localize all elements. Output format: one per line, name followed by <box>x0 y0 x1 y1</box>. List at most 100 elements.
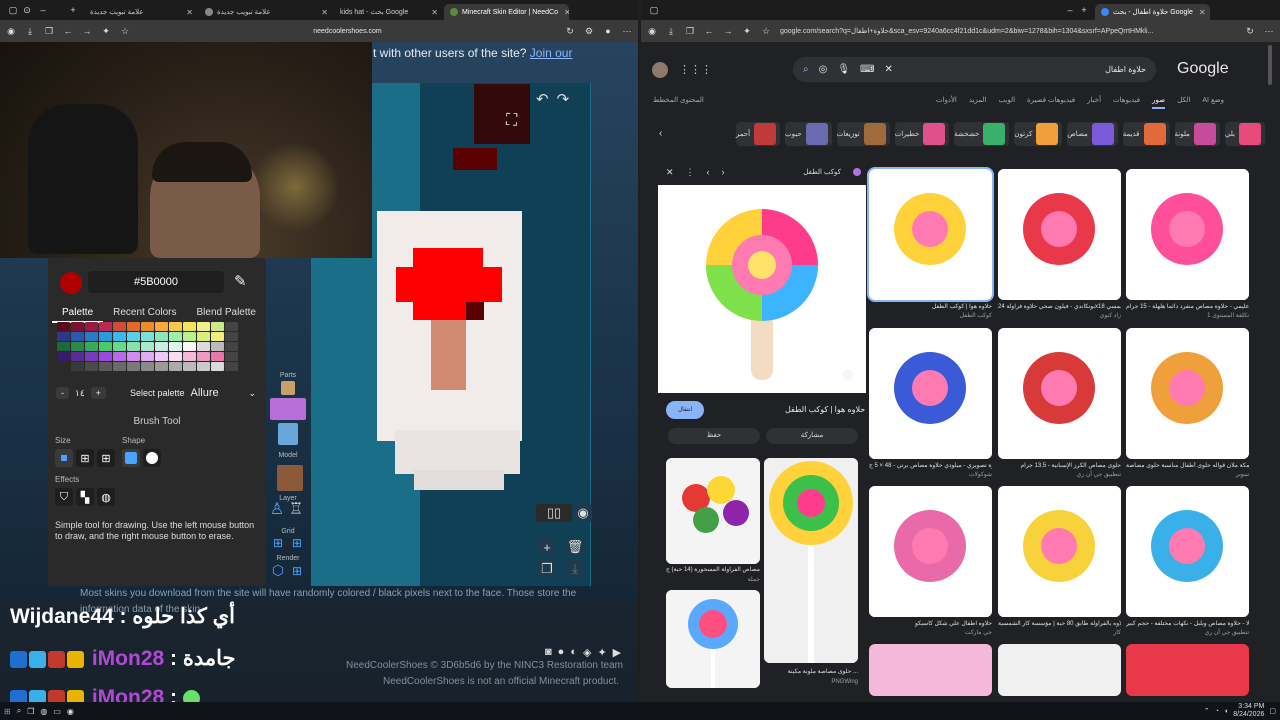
chevron-up-icon[interactable]: ⌃ <box>1204 707 1210 715</box>
palette-color[interactable] <box>169 322 182 331</box>
close-icon[interactable]: ✕ <box>558 8 569 17</box>
download-icon[interactable]: ⤓ <box>566 560 584 578</box>
image-result[interactable] <box>869 486 992 617</box>
clock[interactable]: 3:34 PM 8/24/2026 <box>1233 703 1264 719</box>
new-tab-icon[interactable]: + <box>1079 5 1089 15</box>
image-result[interactable] <box>998 486 1121 617</box>
filter-chip[interactable]: توزيعات <box>836 122 890 146</box>
palette-color[interactable] <box>127 342 140 351</box>
lens-icon[interactable]: ◎ <box>843 367 853 381</box>
prev-icon[interactable]: ‹ <box>707 167 710 177</box>
palette-color[interactable] <box>155 362 168 371</box>
palette-color[interactable] <box>169 362 182 371</box>
filter-chip[interactable]: قديمة <box>1122 122 1170 146</box>
reload-icon[interactable]: ↻ <box>1245 26 1255 36</box>
palette-color[interactable] <box>99 352 112 361</box>
notification-icon[interactable]: ▢ <box>1269 707 1276 715</box>
palette-color[interactable] <box>197 332 210 341</box>
filter-chip[interactable]: كرتون <box>1014 122 1063 146</box>
search-tab[interactable]: الكل <box>1177 96 1190 109</box>
redo-icon[interactable]: ↷ <box>557 90 570 108</box>
folder-icon[interactable]: ▭ <box>53 707 61 716</box>
related-image[interactable] <box>666 458 760 564</box>
filter-chip[interactable]: ملونة <box>1174 122 1220 146</box>
search-tab[interactable]: الأدوات <box>936 96 957 109</box>
safe-search-button[interactable]: المحتوى المخطط <box>653 96 704 104</box>
layer-toggle-icon[interactable]: ▯▯ <box>536 504 572 522</box>
close-icon[interactable]: ✕ <box>180 8 193 17</box>
back-icon[interactable]: ← <box>704 26 714 36</box>
palette-color[interactable] <box>155 322 168 331</box>
result-caption[interactable]: شيكولا - حلاوة مصاص وبلبل - نكهات مختلفة… <box>1126 620 1249 627</box>
close-icon[interactable]: ✕ <box>315 8 328 17</box>
image-result[interactable] <box>1126 328 1249 459</box>
palette-color[interactable] <box>225 332 238 341</box>
window-menu-icon[interactable]: ⊙ <box>22 5 32 15</box>
preview-image[interactable] <box>658 185 866 393</box>
browser-icon[interactable]: ◍ <box>40 707 47 716</box>
palette-color[interactable] <box>155 342 168 351</box>
mastodon-icon[interactable]: ◈ <box>583 646 591 659</box>
result-caption[interactable]: حلوى مصاص الكرز الإسبانية - 13.5 جرام <box>998 462 1121 469</box>
palette-color[interactable] <box>211 322 224 331</box>
forward-icon[interactable]: → <box>723 26 733 36</box>
search-box[interactable]: ⌕ ◎ 🎙 ⌨ ✕ حلاوة اطفال <box>793 57 1156 82</box>
current-color-swatch[interactable] <box>60 272 82 294</box>
palette-color[interactable] <box>155 332 168 341</box>
decrement-button[interactable]: - <box>56 387 69 399</box>
discord-icon[interactable]: ◙ <box>545 646 552 659</box>
image-result[interactable] <box>998 644 1121 696</box>
palette-color[interactable] <box>127 362 140 371</box>
tab-list-icon[interactable]: – <box>1065 5 1075 15</box>
star-icon[interactable]: ☆ <box>761 26 771 36</box>
layer-base-icon[interactable]: ♙ <box>270 501 284 518</box>
lens-icon[interactable]: ◎ <box>819 64 828 75</box>
more-icon[interactable]: ⋮ <box>686 167 695 178</box>
obs-icon[interactable]: ◉ <box>67 707 74 716</box>
reddit-icon[interactable]: ◐ <box>570 646 577 659</box>
search-tab[interactable]: صور <box>1152 96 1166 109</box>
palette-color[interactable] <box>169 352 182 361</box>
image-result[interactable] <box>1126 169 1249 300</box>
palette-color[interactable] <box>57 332 70 341</box>
palette-color[interactable] <box>113 342 126 351</box>
tabs-icon[interactable]: ❐ <box>685 26 695 36</box>
download-icon[interactable]: ⤓ <box>666 26 676 36</box>
body-part-icon[interactable] <box>270 398 306 420</box>
task-view-icon[interactable]: ❐ <box>27 707 34 716</box>
menu-icon[interactable]: ⋯ <box>622 26 632 36</box>
image-result[interactable] <box>867 167 994 302</box>
model-preview-icon[interactable] <box>277 465 303 491</box>
palette-color[interactable] <box>113 362 126 371</box>
youtube-icon[interactable]: ▶ <box>613 646 621 659</box>
palette-color[interactable] <box>99 322 112 331</box>
tab-new-2[interactable]: علامة تبويب جديدة ✕ <box>199 4 334 20</box>
render-flat-icon[interactable]: ⊞ <box>292 564 302 578</box>
palette-color[interactable] <box>211 352 224 361</box>
result-caption[interactable]: حلاوه بالفراولة طابق 80 حبة | مؤسسة كار … <box>998 620 1121 627</box>
add-icon[interactable]: + <box>538 538 556 556</box>
palette-color[interactable] <box>183 342 196 351</box>
search-tab[interactable]: فيديوهات <box>1113 96 1140 109</box>
window-menu-icon[interactable]: ▢ <box>8 5 18 15</box>
layer-overlay-icon[interactable]: ♖ <box>289 501 303 518</box>
palette-color[interactable] <box>113 352 126 361</box>
github-icon[interactable]: ● <box>603 26 613 36</box>
scrollbar[interactable] <box>1268 45 1272 85</box>
color-hex-input[interactable]: #5B0000 <box>88 271 224 293</box>
palette-color[interactable] <box>85 342 98 351</box>
palette-color[interactable] <box>57 322 70 331</box>
tab-blend-palette[interactable]: Blend Palette <box>187 304 267 323</box>
grid-overlay-icon[interactable]: ⊞ <box>292 536 302 550</box>
close-icon[interactable]: ✕ <box>1193 8 1206 17</box>
render-3d-icon[interactable]: ⬡ <box>272 562 284 578</box>
windows-start-icon[interactable]: ⊞ <box>4 707 11 716</box>
join-link[interactable]: Join our <box>530 46 573 60</box>
address-bar[interactable]: google.com/search?q=حلاوة+اطفال&sca_esv=… <box>780 27 1200 35</box>
palette-color[interactable] <box>211 342 224 351</box>
palette-color[interactable] <box>57 352 70 361</box>
reload-icon[interactable]: ↻ <box>565 26 575 36</box>
avatar[interactable] <box>652 62 668 78</box>
size-3-button[interactable]: ⊞ <box>97 449 115 467</box>
volume-icon[interactable]: ◖ <box>1224 708 1228 715</box>
